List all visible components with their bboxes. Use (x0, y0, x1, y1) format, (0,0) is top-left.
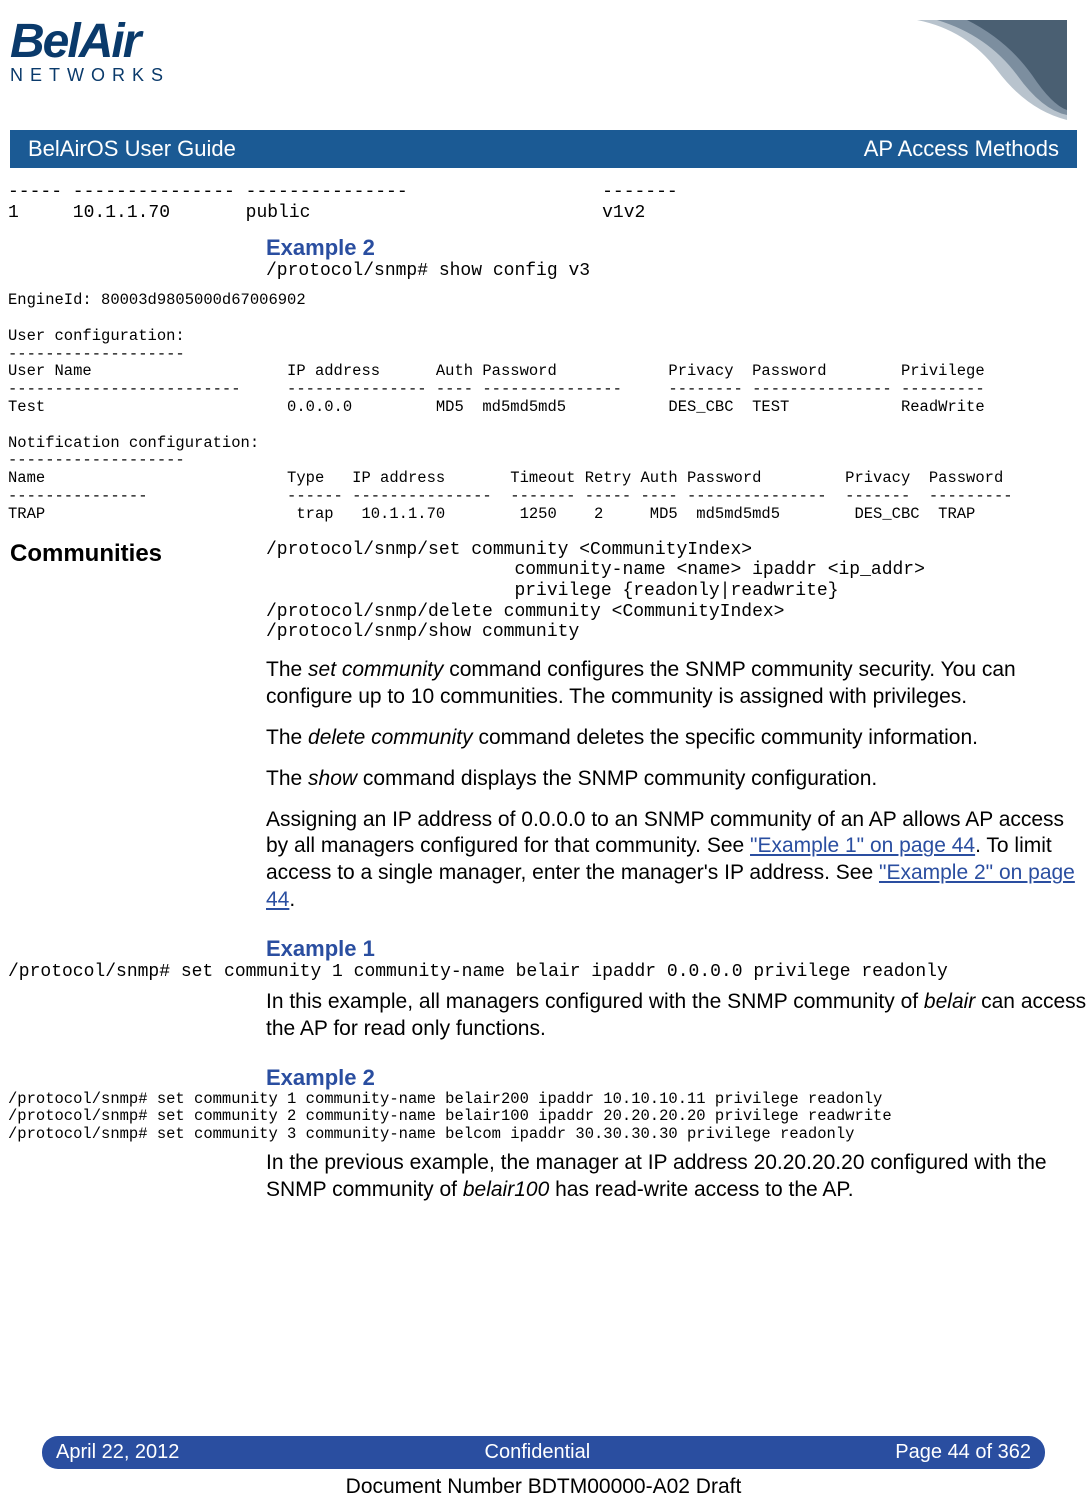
example-1-heading: Example 1 (266, 936, 1087, 962)
example-2b-commands: /protocol/snmp# set community 1 communit… (8, 1091, 1087, 1144)
example-1-link[interactable]: "Example 1" on page 44 (750, 834, 975, 857)
example-1-text: In this example, all managers configured… (266, 989, 1087, 1043)
logo: BelAir NETWORKS (10, 20, 170, 86)
page-content: ----- --------------- --------------- --… (0, 168, 1087, 1204)
communities-p1: The set community command configures the… (266, 657, 1087, 711)
logo-top: BelAir (10, 20, 170, 63)
page-header: BelAir NETWORKS (0, 0, 1087, 120)
footer-date: April 22, 2012 (56, 1441, 179, 1464)
snmp-community-output: ----- --------------- --------------- --… (8, 182, 1087, 223)
guide-title: BelAirOS User Guide (28, 136, 236, 162)
communities-p4: Assigning an IP address of 0.0.0.0 to an… (266, 807, 1087, 915)
footer-bar: April 22, 2012 Confidential Page 44 of 3… (42, 1436, 1045, 1469)
logo-bottom: NETWORKS (10, 65, 170, 86)
example-1-command: /protocol/snmp# set community 1 communit… (8, 962, 1087, 983)
title-bar: BelAirOS User Guide AP Access Methods (10, 130, 1077, 168)
example-2a-heading: Example 2 (266, 235, 1087, 261)
footer-confidential: Confidential (485, 1441, 591, 1464)
document-number: Document Number BDTM00000-A02 Draft (0, 1475, 1087, 1499)
example-2b-heading: Example 2 (266, 1065, 1087, 1091)
footer-page: Page 44 of 362 (895, 1441, 1031, 1464)
example-2a-command: /protocol/snmp# show config v3 (266, 261, 1087, 282)
communities-syntax: /protocol/snmp/set community <CommunityI… (266, 540, 1087, 643)
snmp-v3-output: EngineId: 80003d9805000d67006902 User co… (8, 292, 1087, 524)
communities-p3: The show command displays the SNMP commu… (266, 766, 1087, 793)
corner-graphic-icon (917, 20, 1067, 120)
example-2b-text: In the previous example, the manager at … (266, 1150, 1087, 1204)
chapter-title: AP Access Methods (864, 136, 1059, 162)
communities-side-heading: Communities (10, 540, 162, 568)
communities-p2: The delete community command deletes the… (266, 725, 1087, 752)
